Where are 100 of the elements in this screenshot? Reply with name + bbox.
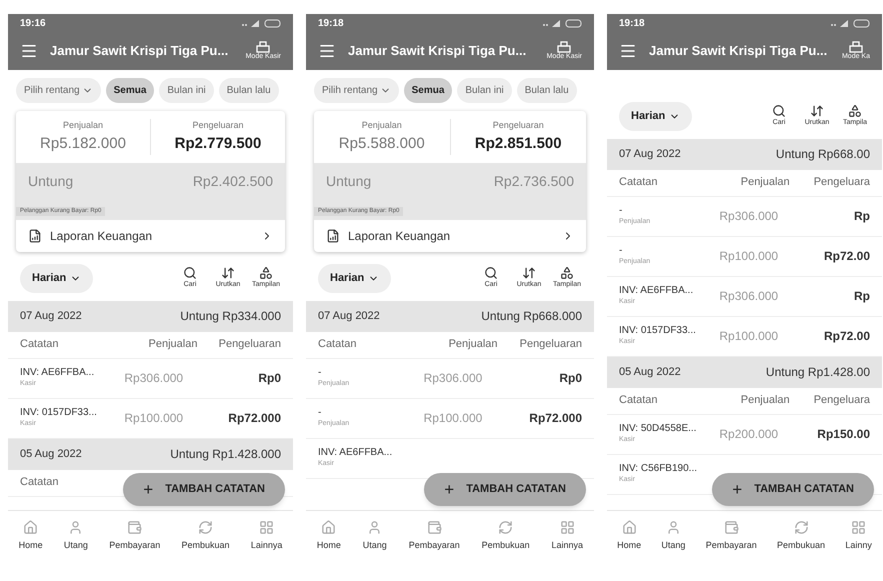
date-text: 07 Aug 2022 (318, 308, 380, 324)
expense-label: Pengeluaran (192, 119, 244, 132)
daily-profit: Untung Rp1.428.000 (170, 446, 281, 463)
sales-amount: Rp100.000 (719, 328, 780, 345)
expense-total: Rp2.779.500 (174, 134, 262, 154)
column-header: Penjualan (148, 337, 198, 352)
column-header: Catatan (619, 393, 659, 408)
record-note: - (619, 244, 624, 257)
daily-profit: Untung Rp668.00 (776, 146, 870, 163)
filter-chip[interactable]: Bulan ini (159, 78, 214, 103)
record-note: INV: C56FB190... (619, 462, 698, 475)
nav-tab[interactable]: Pembayaran (109, 520, 160, 553)
record-note: - (318, 406, 322, 419)
nav-tab[interactable]: Home (617, 520, 642, 553)
filter-chip[interactable]: Bulan lalu (218, 78, 279, 103)
date-text: 05 Aug 2022 (619, 364, 681, 380)
nav-tab[interactable]: Home (316, 520, 341, 553)
record-note: INV: 0157DF33... (619, 324, 697, 337)
record-note: INV: AE6FFBA... (318, 446, 394, 459)
expense-amount: Rp150.00 (816, 426, 870, 443)
column-header: Catatan (318, 337, 358, 352)
record-note: INV: AE6FFBA... (20, 366, 96, 379)
filter-chip[interactable]: Semua (106, 78, 154, 103)
column-header: Catatan (619, 175, 659, 190)
sales-amount: Rp100.000 (124, 410, 184, 427)
column-header: Penjualan (448, 337, 498, 352)
add-record-button[interactable]: + TAMBAH CATATAN (424, 473, 586, 506)
daily-profit: Untung Rp1.428.00 (766, 364, 870, 381)
nav-tab[interactable]: Pembukuan (482, 520, 530, 553)
nav-tab[interactable]: Lainnya (250, 520, 282, 553)
expense-amount: Rp0 (257, 370, 281, 387)
record-note: - (318, 366, 322, 379)
nav-tab[interactable]: Lainny (845, 520, 872, 553)
report-link[interactable]: Laporan Keuangan (16, 220, 285, 252)
column-header: Pengeluaran (218, 337, 281, 352)
nav-tab[interactable]: Pembayaran (408, 520, 460, 553)
record-note: - (619, 204, 624, 217)
date-text: 07 Aug 2022 (619, 146, 681, 162)
filter-chip[interactable]: Bulan ini (457, 78, 512, 103)
column-header: Pengeluara (812, 393, 870, 408)
nav-tab[interactable]: Home (18, 520, 43, 553)
profit-label: Untung (28, 172, 74, 191)
expense-amount: Rp (853, 288, 870, 305)
sales-amount: Rp200.000 (719, 426, 780, 443)
period-dropdown[interactable]: Harian (619, 102, 692, 130)
record-note: INV: 0157DF33... (20, 406, 98, 419)
sales-amount: Rp306.000 (424, 370, 484, 387)
add-record-button[interactable]: + TAMBAH CATATAN (712, 473, 874, 506)
sales-amount: Rp306.000 (719, 208, 780, 225)
nav-tab[interactable]: Lainnya (551, 520, 584, 553)
expense-amount: Rp0 (558, 370, 582, 387)
column-header: Pengeluaran (518, 337, 582, 352)
sales-amount: Rp306.000 (124, 370, 184, 387)
nav-tab[interactable]: Utang (362, 520, 387, 553)
expense-total: Rp2.851.500 (474, 134, 562, 154)
period-dropdown[interactable]: Harian (20, 264, 94, 292)
status-time: 19:16 (20, 16, 46, 30)
daily-profit: Untung Rp334.000 (180, 308, 281, 325)
column-header: Catatan (20, 475, 60, 490)
nav-tab[interactable]: Pembukuan (777, 520, 826, 553)
date-text: 05 Aug 2022 (20, 446, 82, 462)
nav-tab[interactable]: Utang (64, 520, 88, 553)
sales-label: Penjualan (62, 119, 104, 132)
nav-tab[interactable]: Pembayaran (706, 520, 757, 553)
column-header: Pengeluara (812, 175, 870, 190)
record-note: INV: AE6FFBA... (619, 284, 694, 297)
record-note: INV: 50D4558E... (619, 422, 698, 435)
app-title: Jamur Sawit Krispi Tiga Pu... (348, 42, 528, 60)
column-header: Penjualan (740, 175, 790, 190)
expense-amount: Rp72.00 (822, 328, 870, 345)
daily-profit: Untung Rp668.000 (481, 308, 582, 325)
expense-amount: Rp72.00 (822, 248, 870, 265)
period-dropdown[interactable]: Harian (318, 264, 392, 292)
app-title: Jamur Sawit Krispi Tiga Pu... (50, 42, 230, 60)
sales-amount: Rp306.000 (719, 288, 780, 305)
expense-amount: Rp72.000 (528, 410, 582, 427)
range-dropdown[interactable]: Pilih rentang (16, 78, 101, 103)
sales-amount: Rp100.000 (424, 410, 484, 427)
nav-tab[interactable]: Pembukuan (182, 520, 230, 553)
profit-label: Untung (326, 172, 372, 191)
sales-total: Rp5.588.000 (338, 134, 425, 154)
range-dropdown[interactable]: Pilih rentang (314, 78, 399, 103)
sales-amount: Rp100.000 (719, 248, 780, 265)
column-header: Penjualan (740, 393, 790, 408)
sales-label: Penjualan (362, 119, 402, 132)
expense-label: Pengeluaran (492, 119, 544, 132)
filter-chip[interactable]: Semua (404, 78, 452, 103)
profit-total: Rp2.736.500 (494, 172, 574, 191)
report-link[interactable]: Laporan Keuangan (314, 220, 586, 252)
add-record-button[interactable]: + TAMBAH CATATAN (123, 473, 285, 506)
expense-amount: Rp (853, 208, 870, 225)
nav-tab[interactable]: Utang (661, 520, 686, 553)
app-title: Jamur Sawit Krispi Tiga Pu... (649, 42, 828, 60)
column-header: Catatan (20, 337, 60, 352)
sales-total: Rp5.182.000 (40, 134, 126, 154)
date-text: 07 Aug 2022 (20, 308, 82, 324)
filter-chip[interactable]: Bulan lalu (516, 78, 577, 103)
status-time: 19:18 (619, 16, 645, 30)
profit-total: Rp2.402.500 (192, 172, 273, 191)
status-time: 19:18 (318, 16, 344, 30)
